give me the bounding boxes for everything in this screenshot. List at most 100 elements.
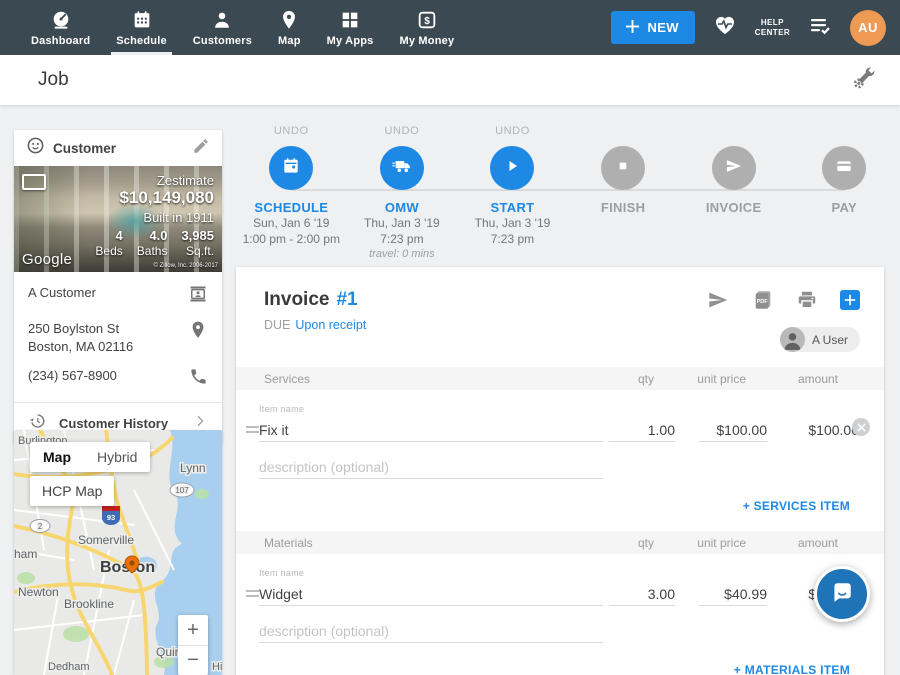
material-unit-price-input[interactable] [699, 582, 767, 606]
contact-card-icon[interactable] [188, 284, 208, 309]
nav-label: My Apps [327, 35, 374, 47]
pdf-icon[interactable]: PDF [752, 289, 774, 311]
customer-card-header: Customer [14, 130, 222, 166]
material-item-name-input[interactable] [259, 582, 603, 606]
finish-step-button[interactable] [601, 146, 645, 190]
customer-card-title: Customer [53, 141, 116, 156]
nav-item-customers[interactable]: Customers [180, 0, 265, 55]
calendar-icon [131, 9, 153, 31]
assignee-chip[interactable]: A User [780, 327, 860, 352]
step-label: INVOICE [706, 200, 762, 215]
stat-beds: 4 Beds [95, 228, 122, 259]
property-photo[interactable]: Zestimate $10,149,080 Built in 1911 4 Be… [14, 166, 222, 272]
i93-shield: 93 [102, 506, 120, 525]
invoice-title-block: Invoice #1 DUEUpon receipt [264, 289, 366, 352]
new-button-label: NEW [647, 20, 679, 35]
item-name-column: Item name [259, 404, 603, 479]
help-center-line1: HELP [755, 18, 790, 28]
service-item-name-input[interactable] [259, 418, 603, 442]
services-section-header: Services qty unit price amount [236, 367, 884, 390]
due-value-link[interactable]: Upon receipt [295, 318, 366, 332]
step-time: 1:00 pm - 2:00 pm [243, 231, 340, 247]
undo-schedule-button[interactable]: UNDO [274, 125, 309, 143]
service-description-input[interactable] [259, 455, 603, 479]
zestimate-label: Zestimate [157, 173, 214, 188]
nav-label: Customers [193, 35, 252, 47]
qty-column-header: qty [588, 536, 654, 550]
user-avatar[interactable]: AU [850, 10, 886, 46]
start-step-button[interactable] [490, 146, 534, 190]
services-heading: Services [264, 372, 588, 386]
calendar-step-icon [281, 156, 301, 181]
nav-items: Dashboard Schedule Customers Map [18, 0, 467, 55]
zoom-in-button[interactable]: + [178, 615, 208, 645]
due-label: DUE [264, 318, 290, 332]
material-line-item: Item name $122.97 [236, 554, 884, 643]
hybrid-button[interactable]: Hybrid [84, 442, 150, 472]
zoom-out-button[interactable]: − [178, 645, 208, 675]
baths-label: Baths [137, 244, 168, 259]
nav-item-schedule[interactable]: Schedule [103, 0, 180, 55]
undo-start-button[interactable]: UNDO [495, 125, 530, 143]
location-pin-icon[interactable] [188, 320, 208, 345]
job-settings-icon[interactable] [852, 66, 876, 95]
add-service-row: + SERVICES ITEM [236, 479, 884, 527]
map-label-somerville: Somerville [78, 533, 134, 547]
plus-icon [626, 20, 639, 36]
i93-label: 93 [107, 513, 115, 522]
remove-service-item-button[interactable] [852, 418, 870, 436]
add-services-item-link[interactable]: + SERVICES ITEM [743, 499, 850, 513]
activity-list-icon[interactable] [807, 13, 833, 42]
omw-step-button[interactable] [380, 146, 424, 190]
nav-item-my-money[interactable]: $ My Money [387, 0, 468, 55]
amount-column-header: amount [766, 536, 838, 550]
top-navigation: Dashboard Schedule Customers Map [0, 0, 900, 55]
invoice-number[interactable]: #1 [336, 289, 357, 311]
health-heart-icon[interactable] [712, 13, 738, 42]
materials-section-header: Materials qty unit price amount [236, 531, 884, 554]
nav-item-my-apps[interactable]: My Apps [314, 0, 387, 55]
line-item-fields: Item name $100.00 [259, 404, 859, 479]
new-button[interactable]: NEW [611, 11, 695, 44]
drag-handle[interactable] [246, 568, 259, 643]
phone-icon[interactable] [189, 367, 208, 391]
nav-label: Dashboard [31, 35, 90, 47]
qty-column [609, 568, 675, 643]
print-icon[interactable] [796, 289, 818, 311]
material-description-input[interactable] [259, 619, 603, 643]
add-materials-item-link[interactable]: + MATERIALS ITEM [734, 663, 850, 675]
map-button[interactable]: Map [30, 442, 84, 472]
material-qty-input[interactable] [609, 582, 675, 606]
stat-baths: 4.0 Baths [137, 228, 168, 259]
service-line-item: Item name $100.00 [236, 390, 884, 479]
service-qty-input[interactable] [609, 418, 675, 442]
step-label: SCHEDULE [254, 200, 328, 215]
step-label: PAY [832, 200, 857, 215]
undo-omw-button[interactable]: UNDO [384, 125, 419, 143]
add-invoice-button[interactable] [840, 290, 860, 310]
hcp-map-button[interactable]: HCP Map [30, 476, 114, 506]
nav-item-dashboard[interactable]: Dashboard [18, 0, 103, 55]
map-label-newton: Newton [18, 585, 59, 599]
map-widget[interactable]: 2 107 93 Burlington Lynn Somerville ham … [14, 430, 222, 675]
pay-step-button[interactable] [822, 146, 866, 190]
qty-column [609, 404, 675, 479]
help-center-link[interactable]: HELP CENTER [755, 18, 790, 38]
send-invoice-icon[interactable] [706, 289, 730, 311]
zestimate-value: $10,149,080 [119, 188, 214, 208]
unit-price-column-header: unit price [678, 372, 746, 386]
service-unit-price-input[interactable] [699, 418, 767, 442]
person-icon [211, 9, 233, 31]
step-date: Thu, Jan 3 '19 [364, 215, 440, 231]
chat-launcher-button[interactable] [814, 566, 870, 622]
nav-item-map[interactable]: Map [265, 0, 314, 55]
step-omw: UNDO OMW Thu, Jan 3 '19 7:23 pm travel: … [347, 125, 458, 262]
drag-handle[interactable] [246, 404, 259, 479]
edit-pencil-icon[interactable] [192, 137, 210, 160]
schedule-step-button[interactable] [269, 146, 313, 190]
invoice-step-button[interactable] [712, 146, 756, 190]
qty-column-header: qty [588, 372, 654, 386]
step-invoice: INVOICE [678, 125, 789, 262]
zillow-copyright: © Zillow, Inc. 2006-2017 [154, 263, 218, 269]
money-icon: $ [416, 9, 438, 31]
